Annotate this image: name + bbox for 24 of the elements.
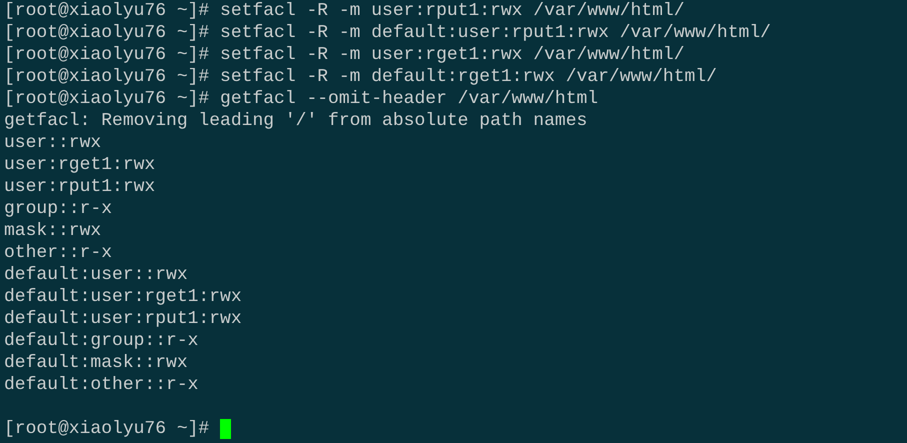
output-line: getfacl: Removing leading '/' from absolute path names	[4, 110, 588, 132]
output-line: default:user:rget1:rwx	[4, 286, 242, 308]
command-text: setfacl -R -m default:rget1:rwx /var/www/html/	[220, 66, 717, 88]
command-text: setfacl -R -m user:rput1:rwx /var/www/html/	[220, 0, 685, 22]
shell-prompt: [root@xiaolyu76 ~]#	[4, 66, 210, 88]
output-line: default:mask::rwx	[4, 352, 188, 374]
shell-prompt: [root@xiaolyu76 ~]#	[4, 44, 210, 66]
shell-prompt: [root@xiaolyu76 ~]#	[4, 0, 210, 22]
output-line: user:rget1:rwx	[4, 154, 156, 176]
shell-prompt: [root@xiaolyu76 ~]#	[4, 418, 210, 440]
shell-prompt: [root@xiaolyu76 ~]#	[4, 22, 210, 44]
command-text: setfacl -R -m default:user:rput1:rwx /var/www/html/	[220, 22, 771, 44]
output-line: default:group::r-x	[4, 330, 198, 352]
output-line: default:user:rput1:rwx	[4, 308, 242, 330]
command-text: setfacl -R -m user:rget1:rwx /var/www/html/	[220, 44, 685, 66]
output-line: group::r-x	[4, 198, 112, 220]
output-line: user::rwx	[4, 132, 102, 154]
output-line: default:user::rwx	[4, 264, 188, 286]
shell-prompt: [root@xiaolyu76 ~]#	[4, 88, 210, 110]
command-text: getfacl --omit-header /var/www/html	[220, 88, 598, 110]
output-line: mask::rwx	[4, 220, 102, 242]
output-line: user:rput1:rwx	[4, 176, 156, 198]
output-line: other::r-x	[4, 242, 112, 264]
output-line: default:other::r-x	[4, 374, 198, 396]
